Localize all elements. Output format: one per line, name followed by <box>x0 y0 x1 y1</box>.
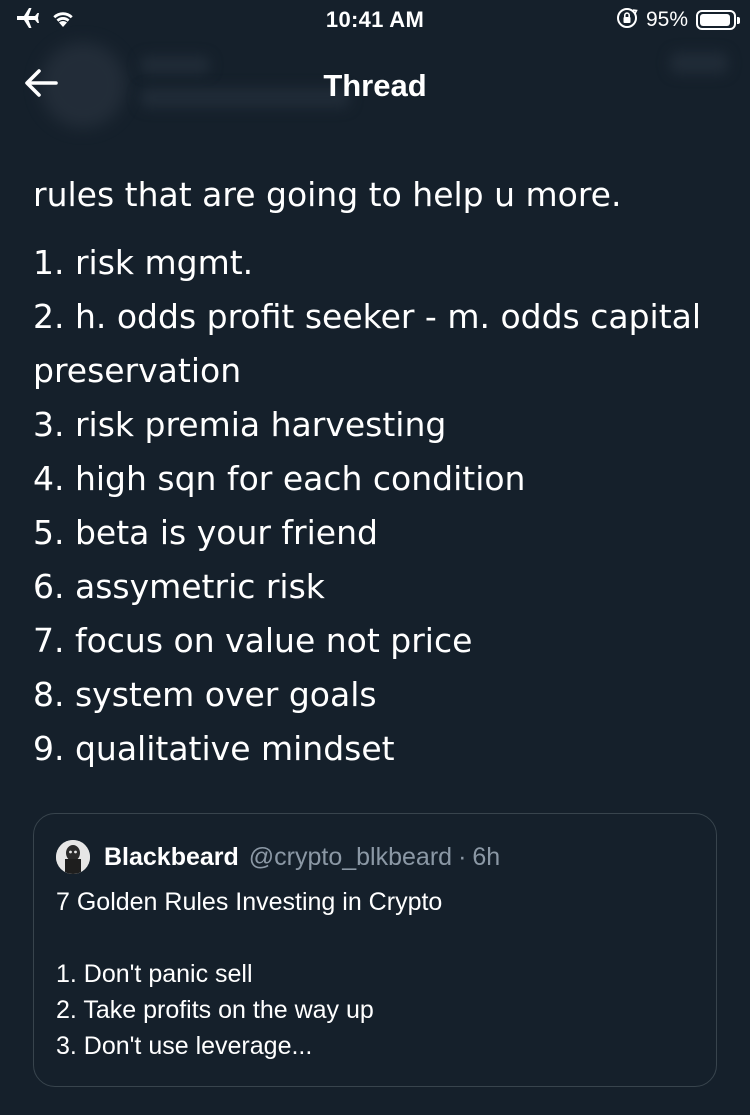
orientation-lock-icon <box>616 7 638 34</box>
tweet-text: rules that are going to help u more. 1. … <box>33 168 723 776</box>
quoted-tweet-text: 7 Golden Rules Investing in Crypto 1. Do… <box>56 884 694 1064</box>
separator-dot: · <box>458 842 467 871</box>
tweet-rules-list: 1. risk mgmt. 2. h. odds profit seeker -… <box>33 236 723 776</box>
battery-level <box>700 14 731 26</box>
quoted-tweet-card[interactable]: Blackbeard @crypto_blkbeard · 6h 7 Golde… <box>33 813 717 1087</box>
quoted-tweet-headline: 7 Golden Rules Investing in Crypto <box>56 888 443 916</box>
rule-item: 6. assymetric risk <box>33 567 325 606</box>
quoted-line: 1. Don't panic sell <box>56 960 253 988</box>
avatar <box>56 840 90 874</box>
rule-item: 7. focus on value not price <box>33 621 473 660</box>
status-bar: 10:41 AM 95% <box>0 0 750 40</box>
rule-item: 4. high sqn for each condition <box>33 459 526 498</box>
quoted-author-name[interactable]: Blackbeard <box>104 843 239 872</box>
nav-bar: Thread <box>0 40 750 130</box>
page-title: Thread <box>323 68 427 103</box>
rule-item: 2. h. odds profit seeker - m. odds capit… <box>33 297 702 390</box>
tweet-intro: rules that are going to help u more. <box>33 175 622 214</box>
quoted-tweet-lines: 1. Don't panic sell 2. Take profits on t… <box>56 956 694 1064</box>
rule-item: 8. system over goals <box>33 675 377 714</box>
battery-percent: 95% <box>645 8 688 31</box>
thread-screen: 10:41 AM 95% Thread rules that are going… <box>0 0 750 1115</box>
battery-icon <box>696 10 740 30</box>
rule-item: 9. qualitative mindset <box>33 729 395 768</box>
quoted-author-handle: @crypto_blkbeard <box>248 842 453 871</box>
quoted-tweet-time: 6h <box>472 842 501 871</box>
quoted-line: 2. Take profits on the way up <box>56 996 374 1024</box>
status-bar-right: 95% <box>616 6 740 34</box>
battery-cap <box>737 17 740 24</box>
rule-item: 3. risk premia harvesting <box>33 405 447 444</box>
quoted-line: 3. Don't use leverage... <box>56 1032 313 1060</box>
quoted-tweet-header: Blackbeard @crypto_blkbeard · 6h <box>56 836 694 878</box>
rule-item: 1. risk mgmt. <box>33 243 254 282</box>
rule-item: 5. beta is your friend <box>33 513 378 552</box>
